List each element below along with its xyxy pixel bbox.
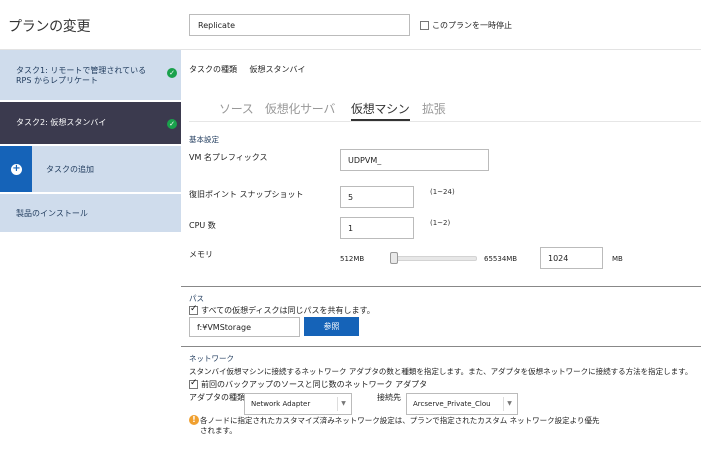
snapshot-input[interactable]	[340, 186, 414, 208]
path-input[interactable]	[189, 317, 300, 337]
tab-source[interactable]: ソース	[219, 100, 254, 117]
connect-to-value: Arcserve_Private_Clou	[413, 400, 491, 408]
adapter-type-value: Network Adapter	[251, 400, 311, 408]
tab-virtualization-server[interactable]: 仮想化サーバ	[265, 100, 335, 117]
network-title: ネットワーク	[189, 354, 234, 363]
path-title: パス	[189, 294, 204, 303]
task-type-value: 仮想スタンバイ	[249, 65, 306, 74]
share-path-option[interactable]: すべての仮想ディスクは同じパスを共有します。	[189, 304, 375, 316]
check-circle-icon: ✓	[167, 68, 177, 78]
network-warning: 各ノードに指定されたカスタマイズ済みネットワーク設定は、プランで指定されたカスタ…	[200, 416, 600, 435]
network-description: スタンバイ仮想マシンに接続するネットワーク アダプタの数と種類を指定します。また…	[189, 367, 693, 376]
vm-prefix-input[interactable]	[340, 149, 489, 171]
sidebar-item-install[interactable]: 製品のインストール	[0, 194, 181, 232]
adapter-type-select[interactable]: Network Adapter ▼	[244, 393, 352, 415]
share-path-checkbox[interactable]	[189, 304, 198, 315]
share-path-label: すべての仮想ディスクは同じパスを共有します。	[201, 306, 375, 315]
basic-settings-title: 基本設定	[189, 135, 219, 144]
task1-label-line1: タスク1: リモートで管理されている	[16, 66, 147, 75]
plan-name-input[interactable]	[189, 14, 410, 36]
pause-plan-checkbox[interactable]	[420, 21, 429, 30]
network-divider	[181, 346, 701, 347]
task-type: タスクの種類 仮想スタンバイ	[189, 64, 306, 75]
task1-label-line2: RPS からレプリケート	[16, 76, 99, 85]
memory-unit: MB	[612, 255, 623, 263]
add-icon-box: +	[0, 146, 32, 192]
same-adapters-checkbox[interactable]	[189, 378, 198, 389]
plus-circle-icon: +	[11, 163, 22, 175]
memory-input[interactable]	[540, 247, 603, 269]
cpu-input[interactable]	[340, 217, 414, 239]
tab-divider	[189, 121, 701, 122]
browse-button[interactable]: 参照	[304, 317, 359, 336]
memory-label: メモリ	[189, 250, 213, 259]
add-task-button[interactable]: + タスクの追加	[0, 146, 181, 192]
path-divider	[181, 286, 701, 287]
pause-plan-option[interactable]: このプランを一時停止	[420, 20, 512, 31]
warning-icon: !	[189, 415, 199, 425]
add-task-label: タスクの追加	[46, 165, 94, 174]
check-circle-icon: ✓	[167, 119, 177, 129]
sidebar-item-label: タスク2: 仮想スタンバイ	[16, 118, 107, 127]
tab-advanced[interactable]: 拡張	[422, 100, 446, 117]
tab-virtual-machine[interactable]: 仮想マシン	[351, 100, 410, 121]
memory-slider-handle[interactable]	[390, 252, 398, 264]
sidebar-item-label: タスク1: リモートで管理されている RPS からレプリケート	[16, 66, 156, 86]
memory-min: 512MB	[340, 255, 365, 263]
task-type-label: タスクの種類	[189, 65, 237, 74]
sidebar: タスク1: リモートで管理されている RPS からレプリケート ✓ タスク2: …	[0, 50, 181, 234]
connect-to-label: 接続先	[377, 393, 401, 402]
same-adapters-label: 前回のバックアップのソースと同じ数のネットワーク アダプタ	[201, 380, 428, 389]
pause-plan-label: このプランを一時停止	[432, 21, 512, 30]
snapshot-label: 復旧ポイント スナップショット	[189, 190, 304, 199]
sidebar-item-task1[interactable]: タスク1: リモートで管理されている RPS からレプリケート ✓	[0, 50, 181, 100]
sidebar-item-task2[interactable]: タスク2: 仮想スタンバイ ✓	[0, 102, 181, 144]
cpu-label: CPU 数	[189, 221, 216, 230]
memory-slider-track[interactable]	[392, 256, 477, 261]
page-title: プランの変更	[8, 19, 91, 35]
adapter-type-label: アダプタの種類	[189, 393, 245, 402]
memory-max: 65534MB	[484, 255, 518, 263]
connect-to-select[interactable]: Arcserve_Private_Clou ▼	[406, 393, 518, 415]
same-adapters-option[interactable]: 前回のバックアップのソースと同じ数のネットワーク アダプタ	[189, 378, 428, 390]
chevron-down-icon: ▼	[337, 397, 349, 411]
snapshot-range: (1~24)	[430, 188, 455, 196]
chevron-down-icon: ▼	[503, 397, 515, 411]
vm-prefix-label: VM 名プレフィックス	[189, 153, 268, 162]
settings-tabs: ソース 仮想化サーバ 仮想マシン 拡張	[189, 100, 701, 122]
sidebar-item-label: 製品のインストール	[16, 209, 88, 218]
cpu-range: (1~2)	[430, 219, 451, 227]
header: プランの変更 このプランを一時停止	[0, 0, 701, 50]
